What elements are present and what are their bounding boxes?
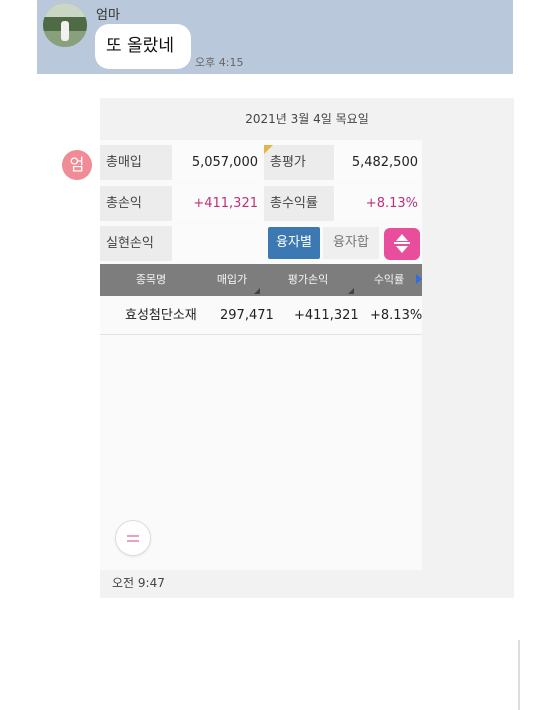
total-eval-value: 5,482,500 <box>334 145 422 180</box>
equals-icon <box>127 535 139 537</box>
message-bubble[interactable]: 또 올랐네 <box>95 24 191 69</box>
total-return-label: 총수익률 <box>264 186 334 221</box>
realized-pl-label: 실현손익 <box>100 226 172 261</box>
table-cell-eval-pl: +411,321 <box>294 308 359 323</box>
card-edge <box>518 640 520 710</box>
sort-divider-icon <box>394 242 410 244</box>
total-eval-label: 총평가 <box>264 145 334 180</box>
toggle-loan-sum[interactable]: 융자합 <box>323 227 379 259</box>
column-header-purchase-price[interactable]: 매입가 <box>204 264 260 296</box>
avatar[interactable] <box>43 3 87 47</box>
table-cell-purchase-price: 297,471 <box>220 308 274 323</box>
total-purchase-value: 5,057,000 <box>172 145 262 180</box>
sort-up-icon <box>396 234 408 241</box>
row-divider <box>100 334 422 335</box>
column-header-stock[interactable]: 종목명 <box>100 264 202 296</box>
table-cell-stock[interactable]: 효성첨단소재 <box>125 298 197 334</box>
equals-icon-line <box>127 540 139 542</box>
sender-badge[interactable]: 엄 <box>62 150 92 180</box>
scroll-right-icon[interactable] <box>416 274 422 284</box>
sort-corner-icon <box>348 288 354 294</box>
corner-marker-icon <box>264 145 273 154</box>
sort-button[interactable] <box>384 228 420 260</box>
toggle-by-loan[interactable]: 융자별 <box>268 227 320 259</box>
sort-down-icon <box>396 246 408 253</box>
menu-button[interactable] <box>116 521 150 555</box>
table-cell-return: +8.13% <box>370 308 423 323</box>
avatar-person <box>61 21 69 41</box>
total-pl-label: 총손익 <box>100 186 172 221</box>
total-pl-value: +411,321 <box>172 186 262 221</box>
sort-corner-icon <box>254 288 260 294</box>
total-return-value: +8.13% <box>334 186 422 221</box>
image-message-time: 오전 9:47 <box>112 576 165 590</box>
realized-pl-value <box>172 226 262 261</box>
message-time: 오후 4:15 <box>195 56 244 69</box>
table-header: 종목명 매입가 평가손익 수익률 <box>100 264 422 296</box>
column-header-eval-pl[interactable]: 평가손익 <box>262 264 354 296</box>
total-purchase-label: 총매입 <box>100 145 172 180</box>
column-header-return[interactable]: 수익률 <box>358 264 420 296</box>
sender-name: 엄마 <box>96 8 120 23</box>
message-text: 또 올랐네 <box>106 36 174 56</box>
date-separator: 2021년 3월 4일 목요일 <box>245 112 369 126</box>
